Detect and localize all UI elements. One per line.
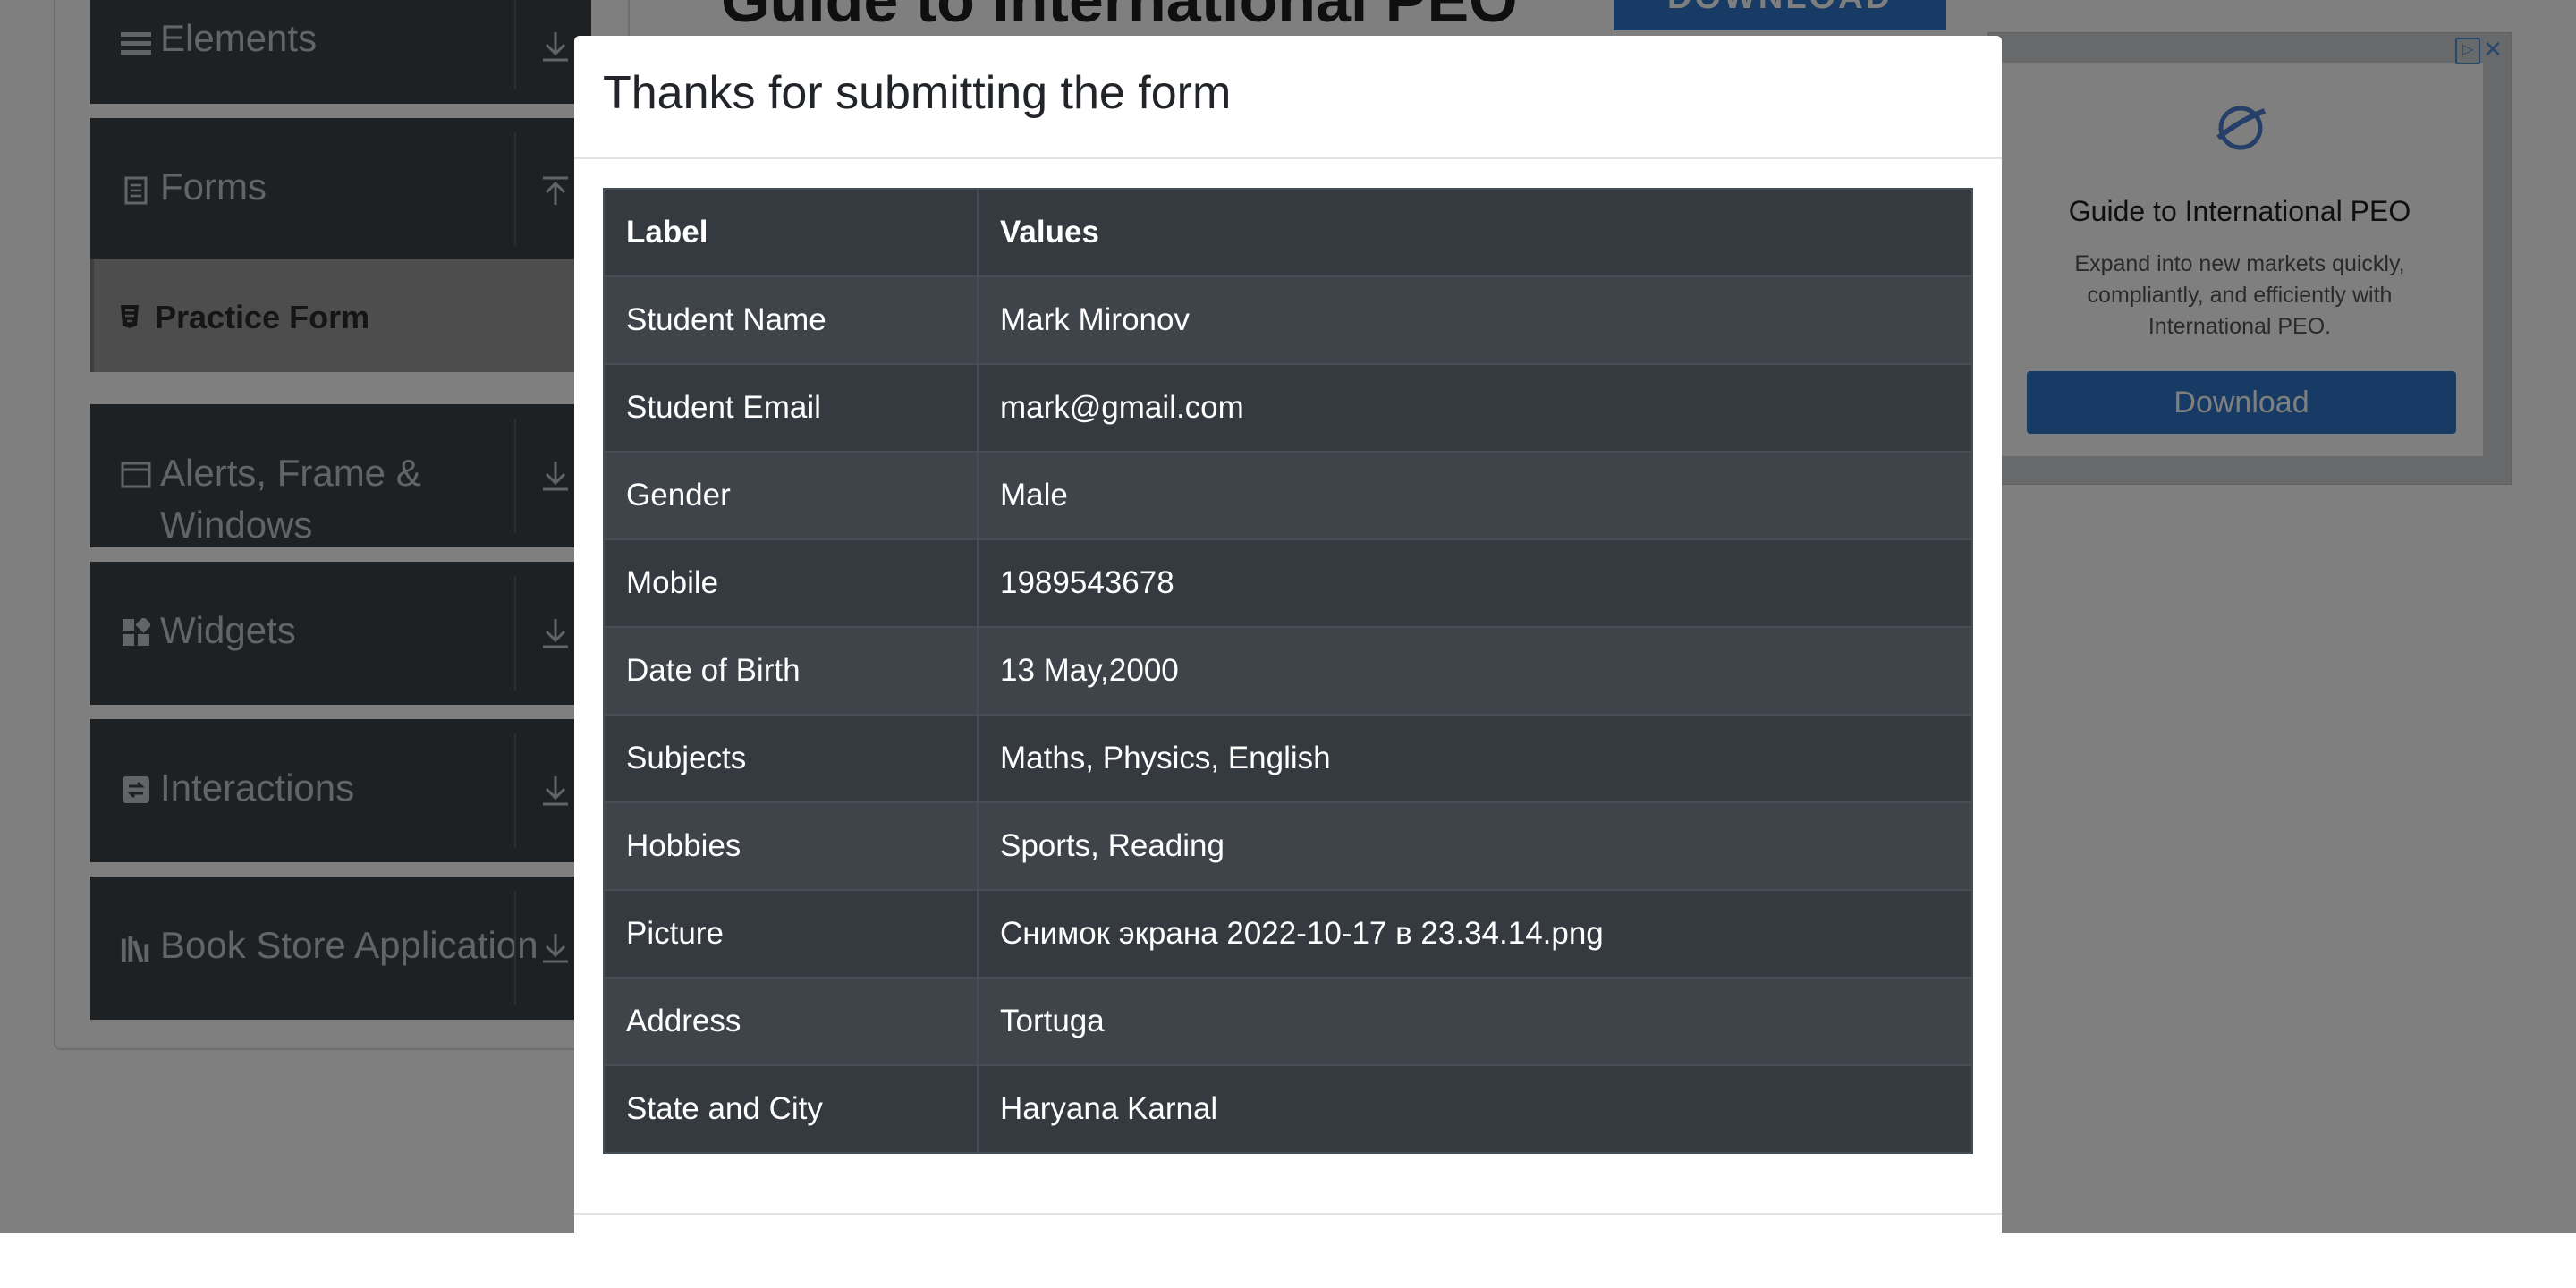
modal-footer-divider [574, 1213, 2002, 1215]
table-row: Date of Birth 13 May,2000 [603, 626, 1973, 716]
table-row: Student Email mark@gmail.com [603, 363, 1973, 453]
row-value: mark@gmail.com [977, 363, 1973, 453]
row-label: Subjects [603, 714, 979, 803]
row-value: Sports, Reading [977, 801, 1973, 891]
column-header-values: Values [977, 188, 1973, 277]
row-value: Maths, Physics, English [977, 714, 1973, 803]
row-label: Address [603, 977, 979, 1066]
row-value: 13 May,2000 [977, 626, 1973, 716]
row-label: Gender [603, 451, 979, 540]
row-value: Male [977, 451, 1973, 540]
table-row: Hobbies Sports, Reading [603, 801, 1973, 891]
row-label: State and City [603, 1064, 979, 1154]
row-value: Tortuga [977, 977, 1973, 1066]
row-value: Mark Mironov [977, 275, 1973, 365]
modal-header: Thanks for submitting the form [574, 36, 2002, 159]
table-row: State and City Haryana Karnal [603, 1064, 1973, 1154]
row-label: Student Email [603, 363, 979, 453]
table-row: Gender Male [603, 451, 1973, 540]
row-label: Picture [603, 889, 979, 979]
submission-modal: Thanks for submitting the form Label Val… [574, 36, 2002, 1288]
row-value: 1989543678 [977, 538, 1973, 628]
row-label: Student Name [603, 275, 979, 365]
submission-table: Label Values Student Name Mark Mironov S… [603, 188, 1973, 1154]
row-label: Mobile [603, 538, 979, 628]
table-row: Address Tortuga [603, 977, 1973, 1066]
row-label: Date of Birth [603, 626, 979, 716]
table-row: Student Name Mark Mironov [603, 275, 1973, 365]
table-header-row: Label Values [603, 188, 1973, 277]
row-label: Hobbies [603, 801, 979, 891]
modal-title: Thanks for submitting the form [603, 67, 1232, 119]
row-value: Снимок экрана 2022-10-17 в 23.34.14.png [977, 889, 1973, 979]
row-value: Haryana Karnal [977, 1064, 1973, 1154]
table-row: Subjects Maths, Physics, English [603, 714, 1973, 803]
table-row: Picture Снимок экрана 2022-10-17 в 23.34… [603, 889, 1973, 979]
table-row: Mobile 1989543678 [603, 538, 1973, 628]
column-header-label: Label [603, 188, 979, 277]
